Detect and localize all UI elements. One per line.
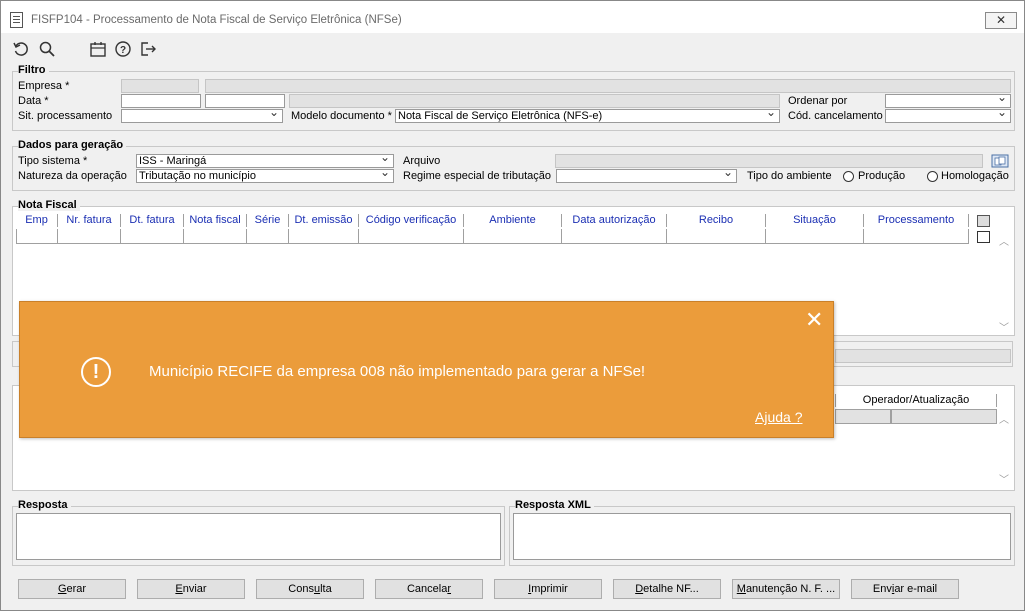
scroll-down-icon[interactable]: ﹀ [999, 471, 1009, 486]
column-header-situacao[interactable]: Situação [766, 214, 864, 227]
cod-cancelamento-label: Cód. cancelamento [788, 110, 883, 122]
window-title: FISFP104 - Processamento de Nota Fiscal … [31, 14, 402, 26]
arquivo-field [555, 154, 983, 168]
scroll-down-icon[interactable]: ﹀ [999, 319, 1009, 334]
row-checkbox[interactable] [977, 231, 990, 243]
column-header-nr-fatura[interactable]: Nr. fatura [58, 214, 121, 227]
modelo-documento-select[interactable]: Nota Fiscal de Serviço Eletrônica (NFS-e… [395, 109, 780, 123]
table-cell[interactable] [464, 229, 562, 244]
tipo-ambiente-label: Tipo do ambiente [747, 170, 832, 182]
table-cell[interactable] [562, 229, 667, 244]
arquivo-label: Arquivo [403, 155, 441, 167]
select-all-checkbox[interactable] [977, 215, 990, 227]
search-icon[interactable] [38, 40, 56, 58]
sit-processamento-label: Sit. processamento [18, 110, 113, 122]
table-cell[interactable] [58, 229, 121, 244]
svg-text:?: ? [120, 45, 126, 56]
producao-label: Produção [858, 170, 906, 182]
alert-icon: ! [81, 357, 111, 387]
table-cell[interactable] [121, 229, 184, 244]
column-header-operador[interactable]: Operador/Atualização [835, 394, 997, 407]
column-header-dt-emissao[interactable]: Dt. emissão [289, 214, 359, 227]
table-cell[interactable] [359, 229, 464, 244]
producao-radio[interactable] [843, 171, 854, 182]
ordenar-por-label: Ordenar por [788, 95, 848, 107]
dados-geracao-legend: Dados para geração [18, 139, 127, 151]
gerar-button[interactable]: Gerar [18, 579, 126, 599]
table-cell[interactable] [766, 229, 864, 244]
help-icon[interactable]: ? [114, 40, 132, 58]
data-description-field [289, 94, 780, 108]
cancelar-button[interactable]: Cancelar [375, 579, 483, 599]
column-header-ambiente[interactable]: Ambiente [464, 214, 562, 227]
data-start-field[interactable] [121, 94, 201, 108]
regime-especial-select[interactable] [556, 169, 737, 183]
ordenar-por-select[interactable] [885, 94, 1011, 108]
column-header-dt-fatura[interactable]: Dt. fatura [121, 214, 184, 227]
table-cell[interactable] [289, 229, 359, 244]
empresa-code-field[interactable] [121, 79, 199, 93]
resposta-xml-legend: Resposta XML [515, 499, 594, 511]
folder-browse-icon[interactable] [991, 153, 1009, 168]
table-cell[interactable] [16, 229, 58, 244]
column-header-data-autorizacao[interactable]: Data autorização [562, 214, 667, 227]
empresa-label: Empresa * [18, 80, 70, 92]
data-end-field[interactable] [205, 94, 285, 108]
table-cell[interactable] [667, 229, 766, 244]
modelo-documento-label: Modelo documento * [291, 110, 392, 122]
detalhe-nf-button[interactable]: Detalhe NF... [613, 579, 721, 599]
consulta-button[interactable]: Consulta [256, 579, 364, 599]
nota-fiscal-legend: Nota Fiscal [18, 199, 80, 211]
natureza-operacao-label: Natureza da operação [18, 170, 127, 182]
title-bar: FISFP104 - Processamento de Nota Fiscal … [1, 1, 1024, 33]
toast-close-icon[interactable]: ✕ [805, 307, 823, 333]
progress-field [835, 349, 1011, 363]
column-header-processamento[interactable]: Processamento [864, 214, 969, 227]
calendar-icon[interactable] [89, 40, 107, 58]
column-header-codigo-verificacao[interactable]: Código verificação [359, 214, 464, 227]
window-close-button[interactable]: ✕ [985, 12, 1017, 29]
column-header-recibo[interactable]: Recibo [667, 214, 766, 227]
column-header-emp[interactable]: Emp [16, 214, 58, 227]
resposta-legend: Resposta [18, 499, 71, 511]
table-cell[interactable] [184, 229, 247, 244]
error-toast: ! Município RECIFE da empresa 008 não im… [19, 301, 834, 438]
homologacao-radio[interactable] [927, 171, 938, 182]
filtro-legend: Filtro [18, 64, 49, 76]
toast-help-link[interactable]: Ajuda ? [755, 409, 802, 425]
scroll-up-icon[interactable]: ︿ [999, 411, 1009, 426]
enviar-email-button[interactable]: Enviar e-mail [851, 579, 959, 599]
cod-cancelamento-select[interactable] [885, 109, 1011, 123]
imprimir-button[interactable]: Imprimir [494, 579, 602, 599]
document-icon [10, 12, 23, 28]
table-cell[interactable] [864, 229, 969, 244]
table-cell[interactable] [891, 409, 997, 424]
data-label: Data * [18, 95, 49, 107]
enviar-button[interactable]: Enviar [137, 579, 245, 599]
regime-especial-label: Regime especial de tributação [403, 170, 551, 182]
table-cell[interactable] [247, 229, 289, 244]
resposta-textarea[interactable] [16, 513, 501, 560]
empresa-name-field [205, 79, 1011, 93]
homologacao-label: Homologação [941, 170, 1009, 182]
natureza-operacao-select[interactable]: Tributação no município [136, 169, 394, 183]
scroll-up-icon[interactable]: ︿ [999, 233, 1009, 248]
resposta-xml-textarea[interactable] [513, 513, 1011, 560]
column-header-serie[interactable]: Série [247, 214, 289, 227]
table-cell[interactable] [835, 409, 891, 424]
toast-message: Município RECIFE da empresa 008 não impl… [149, 363, 646, 380]
column-header-nota-fiscal[interactable]: Nota fiscal [184, 214, 247, 227]
undo-icon[interactable] [12, 40, 30, 58]
manutencao-nf-button[interactable]: Manutenção N. F. ... [732, 579, 840, 599]
sit-processamento-select[interactable] [121, 109, 283, 123]
exit-icon[interactable] [139, 40, 157, 58]
tipo-sistema-select[interactable]: ISS - Maringá [136, 154, 394, 168]
tipo-sistema-label: Tipo sistema * [18, 155, 88, 167]
